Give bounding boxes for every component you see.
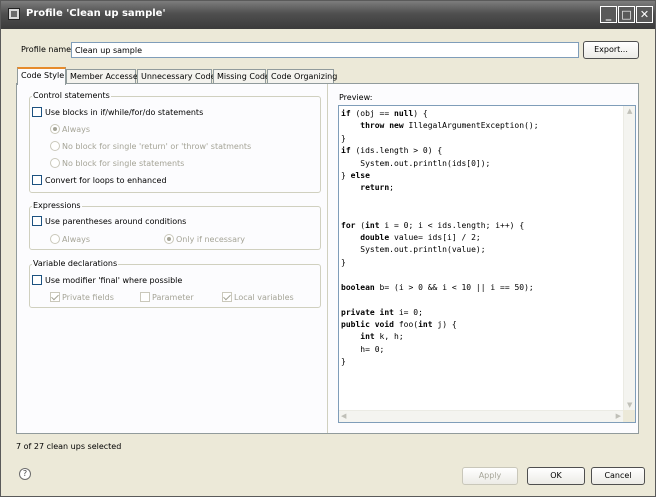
blocks-always-radio[interactable] [50, 124, 60, 134]
profile-name-input[interactable] [71, 42, 579, 58]
parameter-label: Parameter [152, 293, 194, 302]
code-preview[interactable]: if (obj == null) { throw new IllegalArgu… [338, 105, 636, 423]
window-icon [8, 8, 20, 20]
parentheses-always-label: Always [62, 235, 91, 244]
convert-loops-label: Convert for loops to enhanced [45, 176, 167, 185]
profile-name-label: Profile name: [21, 45, 74, 54]
help-icon[interactable]: ? [19, 468, 31, 480]
parameter-checkbox[interactable] [140, 292, 150, 302]
blocks-always-label: Always [62, 125, 91, 134]
tab-missing-code[interactable]: Missing Code [213, 69, 270, 84]
no-block-single-label: No block for single statements [62, 159, 185, 168]
scrollbar-corner [623, 410, 635, 422]
expressions-title: Expressions [32, 201, 82, 210]
parentheses-always-radio[interactable] [50, 234, 60, 244]
use-final-checkbox[interactable] [32, 275, 42, 285]
preview-label: Preview: [339, 93, 373, 102]
window-title: Profile 'Clean up sample' [26, 8, 166, 19]
export-button[interactable]: Export... [583, 41, 639, 59]
use-blocks-label: Use blocks in if/while/for/do statements [45, 108, 204, 117]
private-fields-checkbox[interactable] [50, 292, 60, 302]
variable-declarations-title: Variable declarations [32, 259, 119, 268]
vertical-scrollbar[interactable]: ▲ ▼ [623, 106, 635, 410]
close-button[interactable]: ✕ [636, 6, 653, 23]
tab-member-accesses[interactable]: Member Accesses [66, 69, 142, 84]
dialog-window: Profile 'Clean up sample' _ □ ✕ Profile … [0, 0, 656, 497]
apply-button[interactable]: Apply [462, 467, 518, 485]
convert-loops-checkbox[interactable] [32, 175, 42, 185]
ok-button[interactable]: OK [527, 467, 585, 485]
only-if-necessary-radio[interactable] [164, 234, 174, 244]
scroll-down-icon[interactable]: ▼ [627, 401, 632, 409]
no-block-return-radio[interactable] [50, 141, 60, 151]
no-block-return-label: No block for single 'return' or 'throw' … [62, 142, 252, 151]
local-variables-checkbox[interactable] [222, 292, 232, 302]
scroll-up-icon[interactable]: ▲ [627, 107, 632, 115]
use-parentheses-label: Use parentheses around conditions [45, 217, 187, 226]
minimize-button[interactable]: _ [600, 6, 617, 23]
tab-unnecessary-code[interactable]: Unnecessary Code [137, 69, 216, 84]
pane-divider [327, 84, 328, 433]
horizontal-scrollbar[interactable]: ◀ ▶ [339, 410, 623, 422]
use-final-label: Use modifier 'final' where possible [45, 276, 183, 285]
no-block-single-radio[interactable] [50, 158, 60, 168]
maximize-button[interactable]: □ [618, 6, 635, 23]
use-blocks-checkbox[interactable] [32, 107, 42, 117]
code-preview-text: if (obj == null) { throw new IllegalArgu… [341, 109, 539, 367]
tab-code-style[interactable]: Code Style [17, 67, 66, 85]
scroll-left-icon[interactable]: ◀ [341, 412, 346, 420]
only-if-necessary-label: Only if necessary [176, 235, 246, 244]
local-variables-label: Local variables [234, 293, 294, 302]
use-parentheses-checkbox[interactable] [32, 216, 42, 226]
cancel-button[interactable]: Cancel [591, 467, 645, 485]
private-fields-label: Private fields [62, 293, 114, 302]
title-bar[interactable]: Profile 'Clean up sample' _ □ ✕ [1, 1, 655, 29]
tab-code-organizing[interactable]: Code Organizing [267, 69, 337, 84]
status-text: 7 of 27 clean ups selected [16, 442, 122, 451]
scroll-right-icon[interactable]: ▶ [616, 412, 621, 420]
control-statements-title: Control statements [32, 91, 111, 100]
